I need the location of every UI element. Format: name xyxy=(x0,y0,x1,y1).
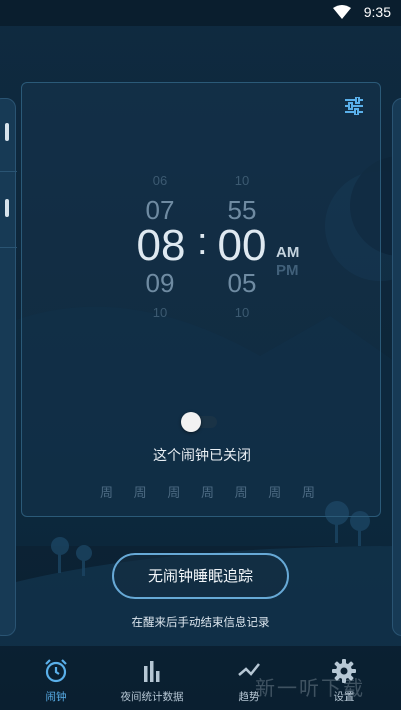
am-option[interactable]: AM xyxy=(276,244,299,261)
selected-minute[interactable]: 00 xyxy=(210,221,274,271)
hour-option[interactable]: 09 xyxy=(135,268,185,299)
card-divider xyxy=(0,171,17,172)
alarm-clock-icon xyxy=(45,659,67,683)
weekday-toggle[interactable]: 周 xyxy=(167,482,180,501)
wifi-icon xyxy=(333,5,351,19)
weekday-toggle[interactable]: 周 xyxy=(201,482,214,501)
nav-item-alarm[interactable]: 闹钟 xyxy=(11,652,101,710)
minute-option[interactable]: 10 xyxy=(222,305,262,320)
watermark-text: 新一听下载 xyxy=(255,676,365,700)
weekday-toggle[interactable]: 周 xyxy=(302,482,315,501)
status-bar: 9:35 xyxy=(0,0,401,26)
card-divider xyxy=(0,247,17,248)
alarm-card[interactable]: 06 07 08 09 10 : 10 55 00 05 10 AM PM 这个… xyxy=(21,82,381,517)
weekday-selector: 周 周 周 周 周 周 周 xyxy=(100,482,315,501)
nav-label: 夜间统计数据 xyxy=(120,691,184,703)
bar-chart-icon xyxy=(144,661,160,682)
status-time: 9:35 xyxy=(363,4,391,20)
selected-hour[interactable]: 08 xyxy=(129,221,193,271)
weekday-toggle[interactable]: 周 xyxy=(268,482,281,501)
card-indicator xyxy=(5,123,9,141)
alarm-status-text: 这个闹钟已关闭 xyxy=(153,448,251,464)
sliders-icon[interactable] xyxy=(344,97,364,115)
time-separator: : xyxy=(197,221,208,263)
card-indicator xyxy=(5,199,9,217)
nav-label: 闹钟 xyxy=(45,691,67,703)
toggle-knob xyxy=(181,412,201,432)
minute-option[interactable]: 05 xyxy=(217,268,267,299)
weekday-toggle[interactable]: 周 xyxy=(235,482,248,501)
weekday-toggle[interactable]: 周 xyxy=(100,482,113,501)
previous-alarm-card[interactable] xyxy=(0,98,17,636)
sleep-tracking-hint: 在醒来后手动结束信息记录 xyxy=(131,615,270,629)
nav-item-night-stats[interactable]: 夜间统计数据 xyxy=(107,652,197,710)
minute-option[interactable]: 10 xyxy=(222,173,262,188)
sleep-tracking-button[interactable]: 无闹钟睡眠追踪 xyxy=(112,553,289,599)
next-alarm-card[interactable] xyxy=(392,98,401,636)
weekday-toggle[interactable]: 周 xyxy=(134,482,147,501)
alarm-toggle[interactable] xyxy=(181,412,217,432)
pm-option[interactable]: PM xyxy=(276,262,299,279)
hour-option[interactable]: 10 xyxy=(140,305,180,320)
hour-option[interactable]: 06 xyxy=(140,173,180,188)
